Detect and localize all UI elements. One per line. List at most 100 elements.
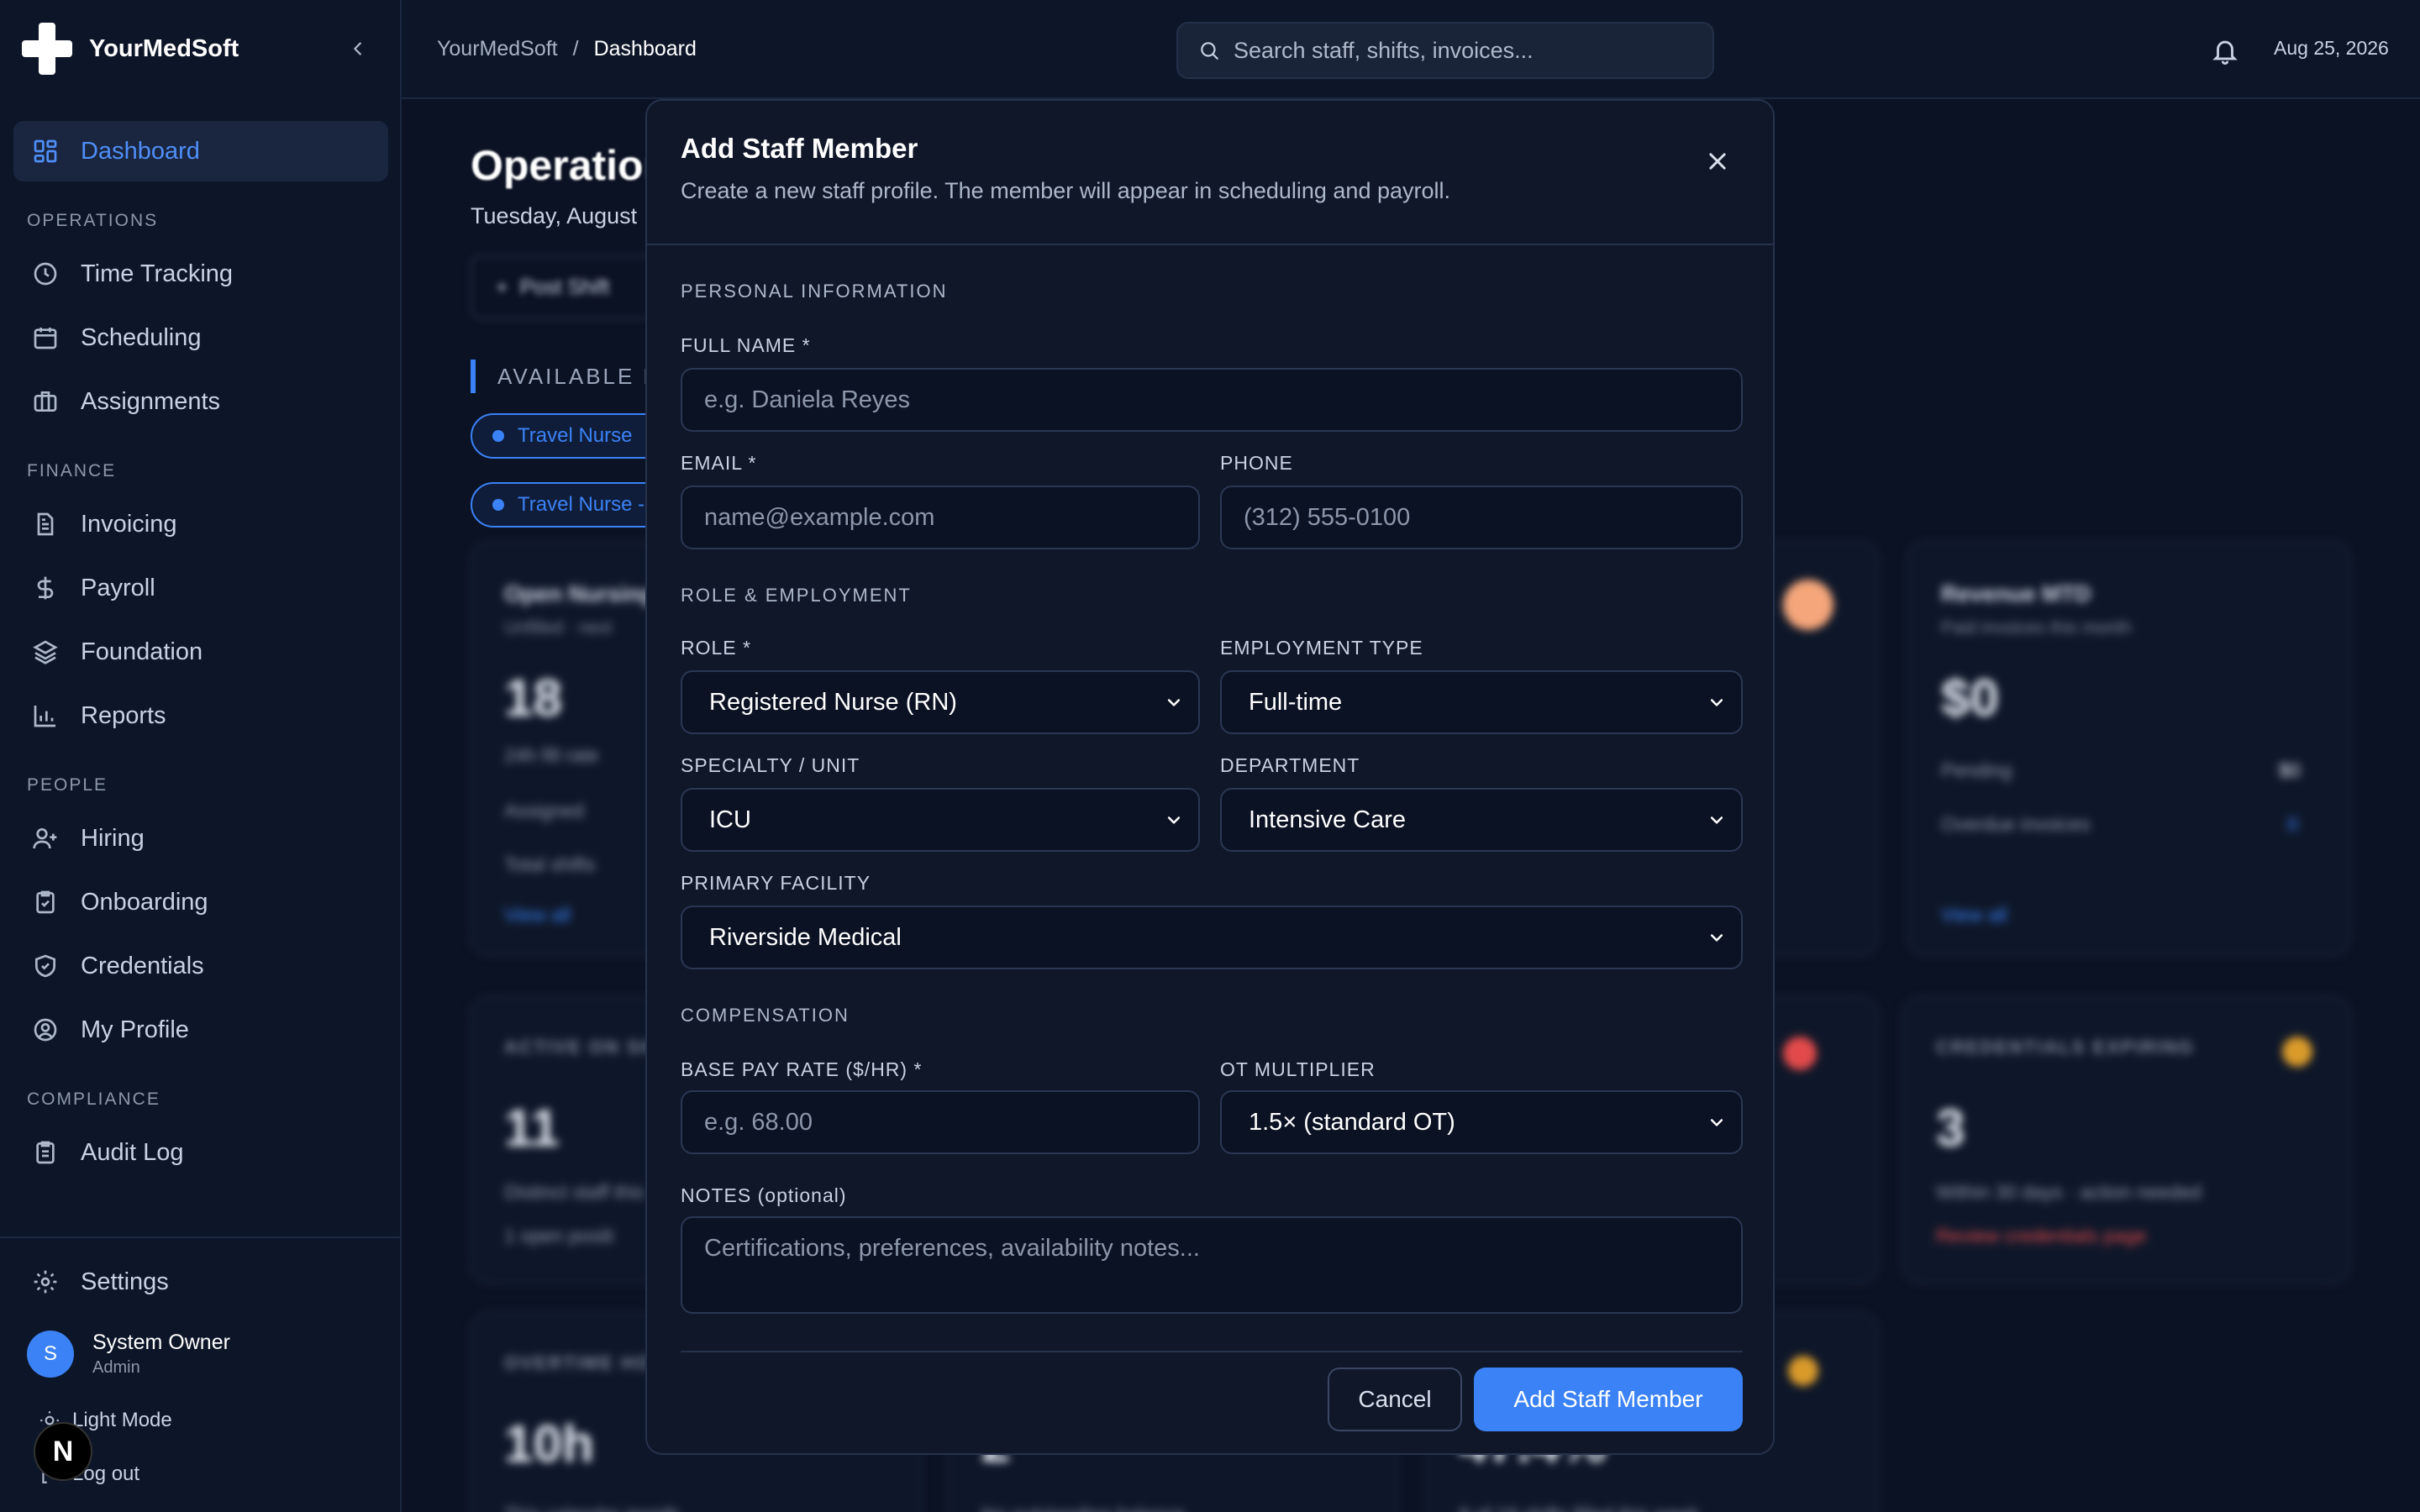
sidebar-item-scheduling[interactable]: Scheduling [13, 307, 388, 368]
card-title: Open Nursing [504, 581, 655, 606]
role-value: Registered Nurse (RN) [709, 688, 957, 716]
card-value: 18 [504, 669, 562, 727]
full-name-input[interactable] [681, 368, 1743, 432]
department-select[interactable]: Intensive Care [1220, 788, 1743, 852]
card-line: 9 of 19 shifts filled this week [1459, 1504, 1699, 1512]
employment-type-value: Full-time [1249, 688, 1343, 716]
sidebar-item-label: Credentials [81, 952, 204, 979]
dollar-icon [30, 573, 60, 603]
card-line: 1 open positi [504, 1225, 614, 1247]
sidebar-item-onboarding[interactable]: Onboarding [13, 872, 388, 932]
sidebar-item-invoicing[interactable]: Invoicing [13, 494, 388, 554]
user-circle-icon [30, 1015, 60, 1045]
position-chip[interactable]: Travel Nurse - [471, 482, 672, 528]
sidebar-item-foundation[interactable]: Foundation [13, 622, 388, 682]
user-name: System Owner [92, 1331, 230, 1354]
gear-icon [30, 1267, 60, 1297]
chevron-left-icon [354, 42, 361, 55]
sidebar-item-time-tracking[interactable]: Time Tracking [13, 244, 388, 304]
search-input[interactable] [1234, 37, 1687, 64]
sidebar: YourMedSoft Dashboard OPERATIONS Time Tr… [0, 0, 402, 1512]
sidebar-item-reports[interactable]: Reports [13, 685, 388, 746]
medical-cross-logo [22, 23, 72, 75]
primary-facility-label: PRIMARY FACILITY [681, 872, 871, 894]
sidebar-item-settings[interactable]: Settings [13, 1252, 388, 1312]
card-line: Assigned [504, 800, 584, 822]
notifications-button[interactable] [2208, 34, 2242, 67]
available-positions-heading: AVAILABLE P [471, 360, 660, 393]
sidebar-item-label: Audit Log [81, 1138, 184, 1166]
brand[interactable]: YourMedSoft [22, 22, 239, 76]
sidebar-item-label: Invoicing [81, 510, 177, 538]
add-staff-modal: Add Staff Member Create a new staff prof… [645, 99, 1775, 1455]
section-personal-info: PERSONAL INFORMATION [681, 281, 948, 302]
add-staff-member-button[interactable]: Add Staff Member [1474, 1368, 1743, 1431]
view-all-link[interactable]: View all [1941, 904, 2007, 927]
view-all-link[interactable]: View all [504, 904, 571, 927]
card-line: Total shifts [504, 853, 596, 875]
card-title: Revenue MTD [1941, 581, 2091, 606]
sidebar-item-label: Onboarding [81, 888, 208, 916]
sidebar-item-label: Dashboard [81, 137, 200, 165]
base-pay-input[interactable] [681, 1090, 1200, 1154]
ot-multiplier-select[interactable]: 1.5× (standard OT) [1220, 1090, 1743, 1154]
chevron-down-icon [1707, 928, 1726, 947]
light-mode-label: Light Mode [72, 1409, 172, 1431]
sidebar-item-dashboard[interactable]: Dashboard [13, 121, 388, 181]
chevron-down-icon [1707, 811, 1726, 829]
breadcrumb-root[interactable]: YourMedSoft [437, 37, 558, 61]
cancel-button[interactable]: Cancel [1328, 1368, 1462, 1431]
position-chip[interactable]: Travel Nurse [471, 413, 672, 459]
section-people: PEOPLE [27, 775, 108, 795]
revenue-card[interactable]: Revenue MTD Paid invoices this month $0 … [1907, 541, 2351, 956]
alert-icon [1783, 1037, 1817, 1070]
card-value: 10h [504, 1415, 594, 1473]
specialty-select[interactable]: ICU [681, 788, 1200, 852]
modal-footer-divider [681, 1351, 1743, 1352]
department-value: Intensive Care [1249, 806, 1406, 833]
sidebar-item-hiring[interactable]: Hiring [13, 808, 388, 869]
breadcrumb: YourMedSoft / Dashboard [437, 37, 697, 61]
modal-subtitle: Create a new staff profile. The member w… [681, 178, 1450, 203]
header-date: Aug 25, 2026 [2274, 37, 2389, 59]
phone-input[interactable] [1220, 486, 1743, 549]
department-label: DEPARTMENT [1220, 754, 1360, 776]
trend-icon [1788, 1356, 1818, 1386]
card-status-icon [1783, 580, 1833, 630]
sidebar-item-label: My Profile [81, 1016, 189, 1043]
briefcase-icon [30, 386, 60, 417]
sidebar-item-payroll[interactable]: Payroll [13, 558, 388, 618]
sidebar-item-my-profile[interactable]: My Profile [13, 1000, 388, 1060]
close-icon [1709, 153, 1726, 170]
search-bar[interactable] [1176, 22, 1714, 79]
phone-label: PHONE [1220, 452, 1293, 474]
breadcrumb-current: Dashboard [593, 37, 697, 60]
role-label: ROLE * [681, 637, 751, 659]
credentials-expiring-card[interactable]: CREDENTIALS EXPIRING 3 Within 30 days · … [1902, 996, 2351, 1284]
chip-label: Travel Nurse [518, 424, 633, 447]
user-profile[interactable]: S System Owner Admin [27, 1331, 230, 1378]
sidebar-item-label: Reports [81, 701, 166, 729]
status-dot [492, 430, 504, 442]
sidebar-item-credentials[interactable]: Credentials [13, 936, 388, 996]
sidebar-item-label: Settings [81, 1268, 169, 1295]
dev-tools-badge[interactable]: N [34, 1422, 92, 1481]
sidebar-item-assignments[interactable]: Assignments [13, 371, 388, 432]
sidebar-divider [0, 1236, 402, 1238]
employment-type-select[interactable]: Full-time [1220, 670, 1743, 734]
card-line-value: $0 [2279, 759, 2301, 781]
dashboard-grid-icon [30, 136, 60, 166]
specialty-value: ICU [709, 806, 751, 833]
role-select[interactable]: Registered Nurse (RN) [681, 670, 1200, 734]
card-value: 3 [1936, 1100, 1965, 1158]
email-input[interactable] [681, 486, 1200, 549]
full-name-label: FULL NAME * [681, 334, 811, 356]
card-link[interactable]: Review credentials page [1936, 1225, 2147, 1247]
card-value: 11 [504, 1100, 560, 1158]
notes-textarea[interactable] [681, 1216, 1743, 1314]
card-subtitle: Unfilled · next [504, 618, 613, 638]
collapse-sidebar-button[interactable] [343, 34, 373, 64]
close-modal-button[interactable] [1699, 143, 1736, 180]
primary-facility-select[interactable]: Riverside Medical [681, 906, 1743, 969]
sidebar-item-audit-log[interactable]: Audit Log [13, 1122, 388, 1183]
